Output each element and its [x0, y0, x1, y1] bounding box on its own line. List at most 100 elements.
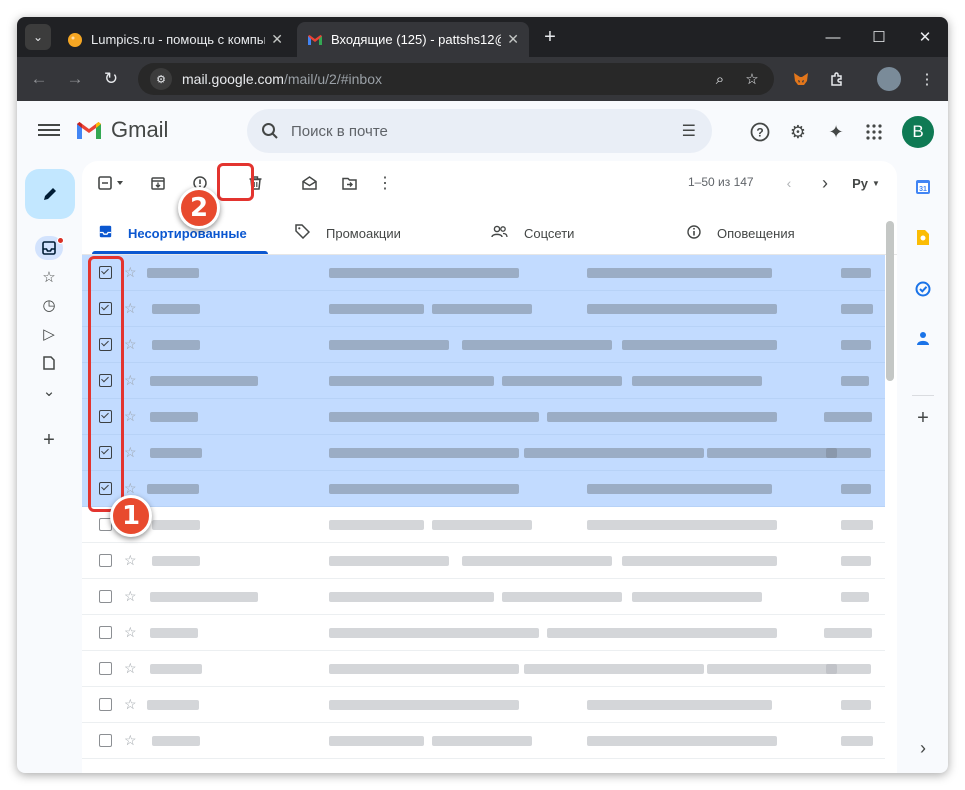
tab-gmail-inbox[interactable]: Входящие (125) - pattshs12@gmail.com ✕ — [297, 22, 529, 57]
tab-close-icon[interactable]: ✕ — [507, 31, 519, 48]
table-row[interactable]: ☆ — [82, 579, 885, 615]
star-icon[interactable]: ☆ — [124, 372, 137, 389]
select-all-checkbox-icon[interactable] — [96, 171, 130, 195]
obscured-text — [150, 448, 202, 458]
svg-text:?: ? — [756, 126, 763, 140]
row-checkbox[interactable] — [99, 734, 112, 747]
table-row[interactable]: ☆ — [82, 507, 885, 543]
star-icon[interactable]: ☆ — [124, 660, 137, 677]
gemini-sparkle-icon[interactable]: ✦ — [823, 119, 849, 145]
search-options-icon[interactable]: ☰ — [682, 121, 696, 141]
older-chevron-right-icon[interactable]: › — [813, 171, 837, 195]
calendar-icon[interactable]: 31 — [913, 177, 933, 197]
settings-gear-icon[interactable]: ⚙ — [785, 119, 811, 145]
obscured-text — [150, 376, 258, 386]
obscured-text — [547, 628, 777, 638]
star-icon[interactable]: ☆ — [124, 444, 137, 461]
table-row[interactable]: ☆ — [82, 615, 885, 651]
search-icon[interactable] — [261, 122, 279, 140]
star-icon[interactable]: ☆ — [124, 300, 137, 317]
tab-promotions[interactable]: Промоакции — [295, 211, 401, 255]
starred-nav-icon[interactable]: ☆ — [37, 265, 61, 289]
gmail-logo[interactable]: Gmail — [75, 117, 168, 143]
table-row[interactable]: ☆ — [82, 435, 885, 471]
compose-button[interactable] — [25, 169, 75, 219]
newer-chevron-left-icon[interactable]: ‹ — [777, 171, 801, 195]
obscured-text — [432, 304, 532, 314]
address-bar[interactable]: ⚙ mail.google.com/mail/u/2/#inbox ⌕ ☆ — [138, 63, 774, 95]
account-avatar[interactable]: B — [902, 116, 934, 148]
table-row[interactable]: ☆ — [82, 255, 885, 291]
apps-grid-icon[interactable] — [861, 119, 887, 145]
row-checkbox[interactable] — [99, 662, 112, 675]
star-icon[interactable]: ☆ — [124, 732, 137, 749]
tasks-icon[interactable] — [913, 279, 933, 299]
row-checkbox[interactable] — [99, 626, 112, 639]
row-checkbox[interactable] — [99, 590, 112, 603]
contacts-icon[interactable] — [913, 328, 933, 348]
forward-button[interactable]: → — [61, 65, 89, 93]
star-icon[interactable]: ☆ — [124, 408, 137, 425]
bookmark-star-icon[interactable]: ☆ — [740, 67, 764, 91]
drafts-file-icon[interactable] — [37, 351, 61, 375]
row-checkbox[interactable] — [99, 554, 112, 567]
table-row[interactable]: ☆ — [82, 363, 885, 399]
table-row[interactable]: ☆ — [82, 471, 885, 507]
add-label-plus-icon[interactable]: + — [37, 428, 61, 452]
mark-as-read-icon[interactable] — [297, 171, 321, 195]
show-side-panel-chevron-icon[interactable]: › — [913, 738, 933, 758]
table-row[interactable]: ☆ — [82, 399, 885, 435]
tab-label: Несортированные — [128, 225, 247, 241]
main-menu-icon[interactable] — [38, 121, 60, 141]
keep-icon[interactable] — [913, 227, 933, 247]
move-to-folder-icon[interactable] — [337, 171, 361, 195]
star-icon[interactable]: ☆ — [124, 696, 137, 713]
star-icon[interactable]: ☆ — [124, 552, 137, 569]
table-row[interactable]: ☆ — [82, 543, 885, 579]
site-info-icon[interactable]: ⚙ — [150, 68, 172, 90]
star-icon[interactable]: ☆ — [124, 264, 137, 281]
close-window-button[interactable]: ✕ — [902, 17, 948, 57]
table-row[interactable]: ☆ — [82, 687, 885, 723]
obscured-text — [841, 304, 873, 314]
back-button[interactable]: ← — [25, 65, 53, 93]
tab-search-button[interactable]: ⌄ — [25, 24, 51, 50]
obscured-text — [524, 448, 704, 458]
table-row[interactable]: ☆ — [82, 723, 885, 759]
new-tab-button[interactable]: + — [537, 24, 563, 50]
more-options-icon[interactable]: ⋮ — [373, 171, 397, 195]
help-icon[interactable]: ? — [747, 119, 773, 145]
star-icon[interactable]: ☆ — [124, 624, 137, 641]
snoozed-clock-icon[interactable]: ◷ — [37, 293, 61, 317]
star-icon[interactable]: ☆ — [124, 336, 137, 353]
tab-social[interactable]: Соцсети — [491, 211, 574, 255]
more-chevron-down-icon[interactable]: ⌄ — [37, 379, 61, 403]
star-icon[interactable]: ☆ — [124, 588, 137, 605]
table-row[interactable]: ☆ — [82, 651, 885, 687]
row-checkbox[interactable] — [99, 698, 112, 711]
profile-avatar-icon[interactable] — [877, 67, 901, 91]
tab-close-icon[interactable]: ✕ — [271, 31, 283, 48]
zoom-icon[interactable]: ⌕ — [708, 67, 732, 91]
table-row[interactable]: ☆ — [82, 291, 885, 327]
unread-dot-icon — [57, 237, 64, 244]
scrollbar-thumb[interactable] — [886, 221, 894, 381]
table-row[interactable]: ☆ — [82, 327, 885, 363]
tab-updates[interactable]: Оповещения — [687, 211, 795, 255]
extensions-puzzle-icon[interactable] — [823, 65, 851, 93]
tab-lumpics[interactable]: Lumpics.ru - помощь с компьютером ✕ — [57, 22, 293, 57]
tab-primary[interactable]: Несортированные — [99, 211, 247, 255]
get-addons-plus-icon[interactable]: + — [913, 407, 933, 429]
chrome-menu-icon[interactable]: ⋮ — [913, 65, 941, 93]
obscured-text — [329, 520, 424, 530]
sent-nav-icon[interactable]: ▷ — [37, 322, 61, 346]
input-language-selector[interactable]: Ру ▼ — [848, 171, 884, 195]
reload-button[interactable]: ↻ — [97, 65, 125, 93]
browser-window: ⌄ Lumpics.ru - помощь с компьютером ✕ Вх… — [17, 17, 948, 773]
minimize-button[interactable]: — — [810, 17, 856, 57]
maximize-button[interactable]: ☐ — [856, 17, 902, 57]
mail-search-bar[interactable]: Поиск в почте ☰ — [247, 109, 712, 153]
svg-text:31: 31 — [919, 186, 927, 193]
metamask-extension-icon[interactable] — [787, 65, 815, 93]
archive-icon[interactable] — [146, 171, 170, 195]
